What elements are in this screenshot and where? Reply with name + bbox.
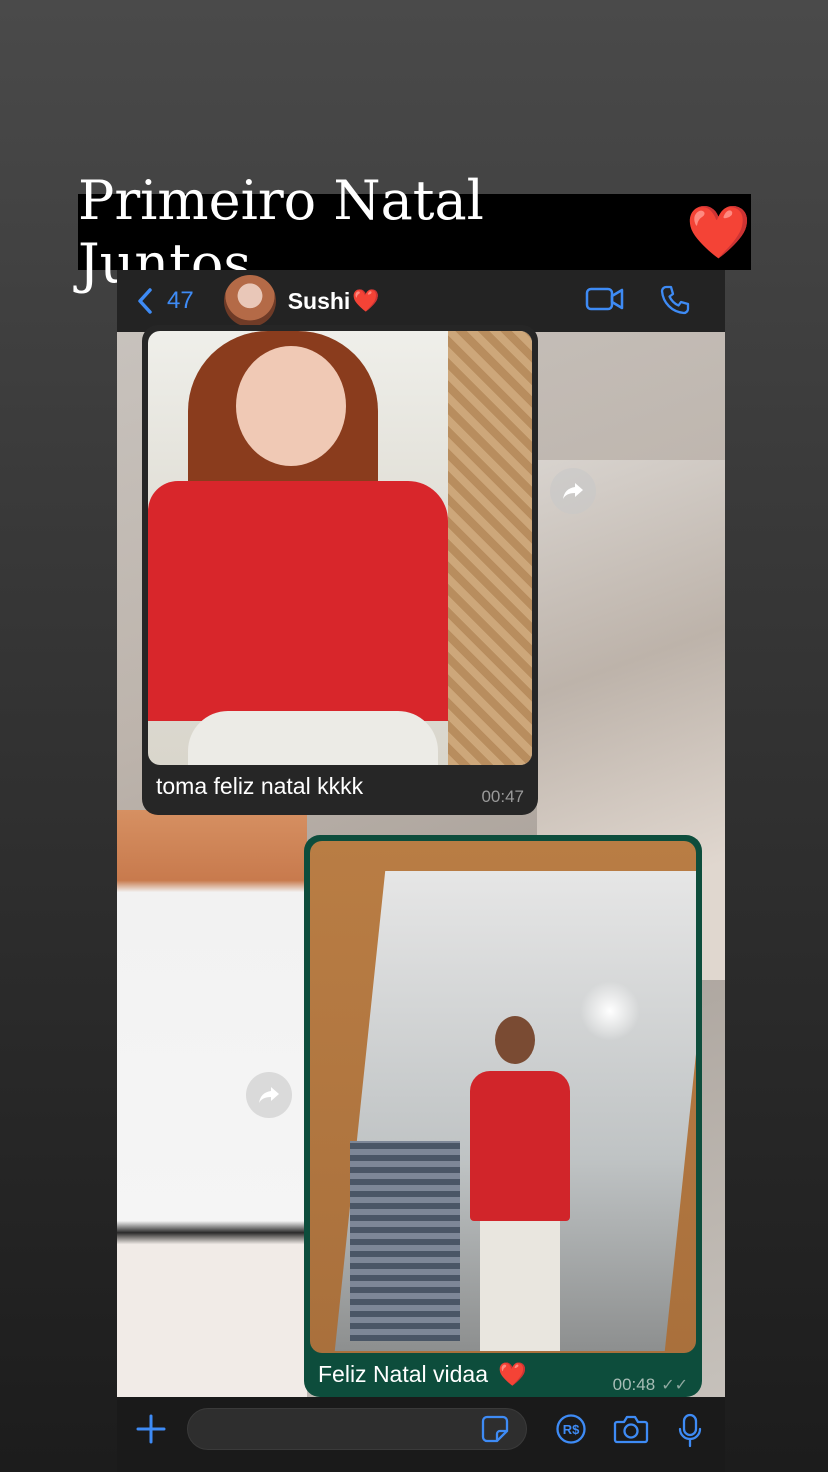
message-photo[interactable] [148, 331, 532, 765]
phone-icon [660, 285, 690, 315]
message-caption: toma feliz natal kkkk [156, 773, 364, 799]
svg-text:R$: R$ [563, 1422, 580, 1437]
message-time: 00:47 [481, 787, 524, 806]
back-button[interactable]: 47 [135, 286, 194, 316]
pix-payment-icon: R$ [556, 1414, 586, 1444]
chat-header: 47 Sushi ❤️ [117, 270, 725, 332]
forward-icon [259, 1087, 279, 1103]
incoming-message[interactable]: toma feliz natal kkkk 00:47 [142, 325, 538, 815]
read-receipt-icon: ✓✓ [661, 1377, 688, 1394]
voice-call-button[interactable] [659, 284, 691, 321]
heart-emoji-icon: ❤️ [686, 202, 751, 263]
forward-button[interactable] [550, 468, 596, 514]
voice-message-button[interactable] [677, 1413, 703, 1454]
story-title: Primeiro Natal Juntos ❤️ [78, 169, 751, 295]
photo-head [495, 1016, 535, 1064]
contact-name[interactable]: Sushi ❤️ [288, 288, 380, 315]
message-photo[interactable] [310, 841, 696, 1353]
message-caption: Feliz Natal vidaa ❤️ [318, 1361, 527, 1388]
photo-pants [480, 1221, 560, 1351]
mirror-frame [448, 331, 532, 765]
sticker-button[interactable] [481, 1415, 509, 1448]
camera-button[interactable] [613, 1413, 649, 1450]
photo-bed [350, 1141, 460, 1341]
forward-button[interactable] [246, 1072, 292, 1118]
photo-pants [188, 711, 438, 765]
message-caption-text: Feliz Natal vidaa [318, 1361, 489, 1387]
forward-icon [563, 483, 583, 499]
sticker-icon [481, 1415, 509, 1443]
unread-count: 47 [167, 287, 194, 314]
video-call-icon [585, 287, 624, 311]
plus-icon [136, 1414, 166, 1444]
contact-name-text: Sushi [287, 287, 351, 314]
composer-bar: R$ [117, 1397, 725, 1472]
outgoing-message[interactable]: Feliz Natal vidaa ❤️ 00:48 ✓✓ [304, 835, 702, 1397]
chat-screenshot: 47 Sushi ❤️ toma feliz natal kkkk 00:47 … [117, 270, 725, 1397]
camera-icon [613, 1415, 649, 1444]
chevron-left-icon [138, 288, 152, 314]
payment-button[interactable]: R$ [555, 1413, 587, 1450]
heart-emoji-icon: ❤️ [498, 1361, 527, 1387]
message-input[interactable] [187, 1408, 527, 1450]
ceiling-light [580, 981, 640, 1041]
photo-shirt [148, 481, 448, 721]
message-time: 00:48 ✓✓ [613, 1375, 688, 1395]
attach-button[interactable] [135, 1413, 167, 1450]
photo-shirt [470, 1071, 570, 1221]
photo-face [236, 346, 346, 466]
video-call-button[interactable] [585, 284, 625, 319]
heart-emoji-icon: ❤️ [352, 288, 380, 313]
message-time-text: 00:48 [612, 1375, 656, 1394]
microphone-icon [678, 1413, 702, 1448]
avatar[interactable] [223, 275, 276, 327]
